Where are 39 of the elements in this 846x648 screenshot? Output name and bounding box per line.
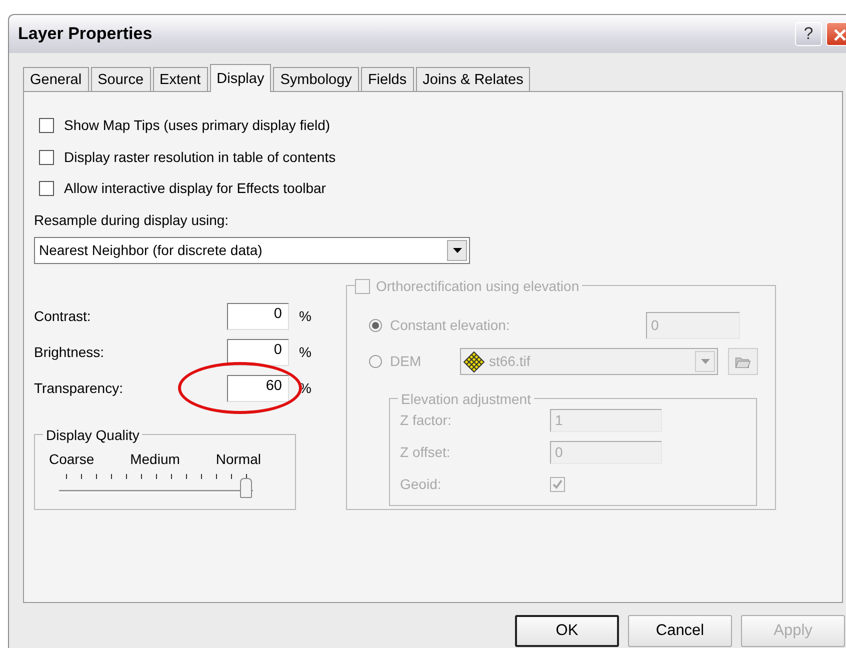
- raster-icon: [463, 350, 485, 372]
- number-field[interactable]: 0: [227, 339, 289, 366]
- resample-label: Resample during display using:: [34, 210, 230, 230]
- tab[interactable]: Fields: [360, 67, 414, 91]
- close-icon[interactable]: [833, 28, 846, 42]
- field-label: Contrast:: [34, 307, 92, 326]
- tab[interactable]: Display: [210, 64, 272, 92]
- field-label: Brightness:: [34, 343, 106, 362]
- checkbox-label: Allow interactive display for Effects toolbar: [64, 179, 326, 198]
- field-label: Z offset:: [400, 443, 452, 462]
- resample-dropdown[interactable]: Nearest Neighbor (for discrete data): [34, 236, 470, 264]
- radio-label: Constant elevation:: [390, 316, 511, 335]
- field-label: Geoid:: [400, 475, 442, 494]
- dialog-button[interactable]: Cancel: [628, 615, 732, 647]
- slider-thumb[interactable]: [240, 478, 252, 498]
- number-field[interactable]: 0: [227, 303, 289, 330]
- checkbox[interactable]: [39, 150, 54, 165]
- field-label: Z factor:: [400, 411, 452, 430]
- unit-label: %: [299, 307, 312, 326]
- tab[interactable]: Source: [90, 67, 151, 91]
- checkbox[interactable]: [39, 181, 54, 196]
- tab[interactable]: General: [23, 67, 89, 91]
- checkbox-label: Show Map Tips (uses primary display field): [64, 116, 330, 136]
- radio-label: DEM: [390, 352, 422, 371]
- window-title: Layer Properties: [18, 23, 154, 46]
- slider-label: Normal: [216, 450, 261, 468]
- unit-label: %: [299, 343, 312, 362]
- close-button[interactable]: [826, 22, 846, 46]
- number-field[interactable]: 60: [227, 375, 289, 402]
- tab[interactable]: Symbology: [273, 67, 359, 91]
- tab[interactable]: Extent: [152, 67, 208, 91]
- help-button[interactable]: ?: [795, 22, 822, 46]
- slider-label: Coarse: [49, 450, 94, 468]
- checkbox-label: Display raster resolution in table of contents: [64, 148, 336, 167]
- dialog-button[interactable]: OK: [515, 615, 619, 647]
- slider-label: Medium: [130, 450, 180, 468]
- field-label: Transparency:: [34, 379, 124, 398]
- tab[interactable]: Joins & Relates: [416, 67, 530, 91]
- checkbox[interactable]: [39, 118, 54, 134]
